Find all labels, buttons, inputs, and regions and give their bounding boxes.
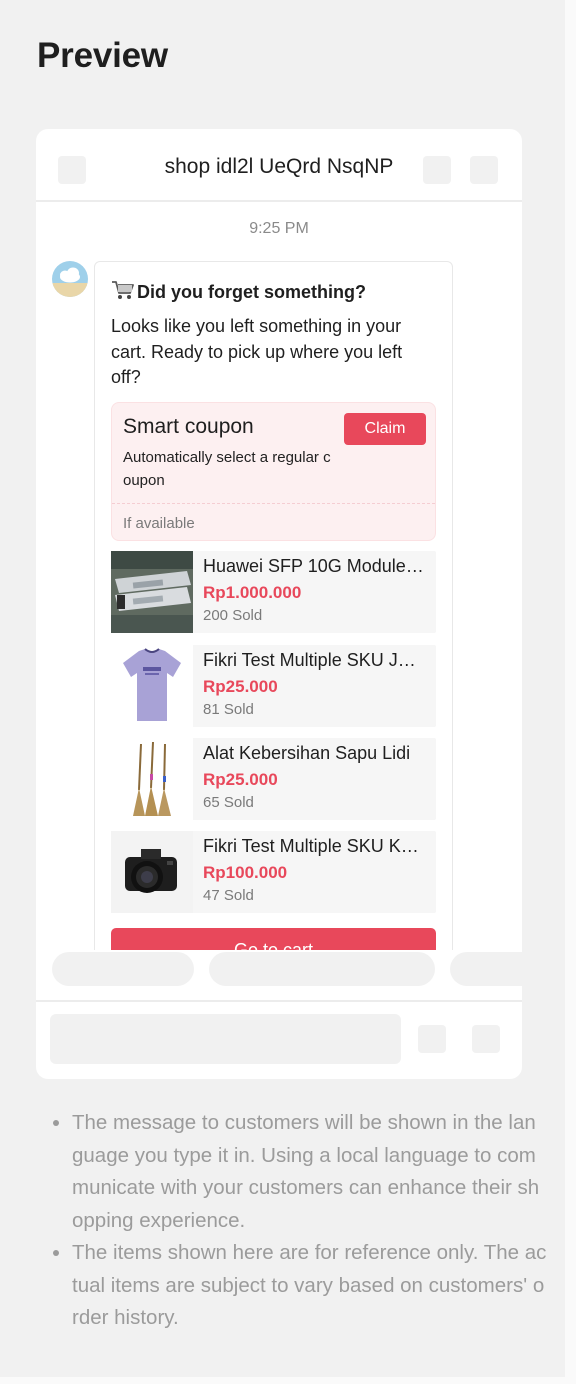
coupon-footnote: If available [123,515,195,532]
header-action-icon-placeholder [423,156,451,184]
quick-reply-chip[interactable] [52,952,194,986]
page-edge-bottom [0,1377,576,1384]
go-to-cart-button[interactable]: Go to cart [111,928,436,950]
claim-button[interactable]: Claim [344,413,426,445]
shop-avatar [52,261,88,297]
note-item: The message to customers will be shown i… [72,1107,547,1237]
composer-divider [36,1000,522,1002]
product-price: Rp25.000 [203,770,278,789]
note-item: The items shown here are for reference o… [72,1237,547,1335]
product-name: Fikri Test Multiple SKU Jersey [203,650,425,670]
product-name: Alat Kebersihan Sapu Lidi [203,743,411,763]
product-image-jersey [111,645,193,727]
preview-notes: The message to customers will be shown i… [50,1107,547,1335]
shopping-cart-icon [111,279,135,306]
product-name: Fikri Test Multiple SKU Kamera [203,836,425,856]
page-edge-right [565,0,576,1384]
product-card[interactable]: Fikri Test Multiple SKU Kamera Rp100.000… [111,831,436,913]
message-input-placeholder[interactable] [50,1014,401,1064]
message-timestamp: 9:25 PM [249,220,309,237]
product-card[interactable]: Huawei SFP 10G Module SFP Rp1.000.000 20… [111,551,436,633]
quick-reply-chip[interactable] [209,952,435,986]
page-title: Preview [37,36,168,75]
message-bubble: Did you forget something? Looks like you… [94,261,453,950]
product-image-brooms [111,738,193,820]
header-menu-icon-placeholder [470,156,498,184]
product-price: Rp100.000 [203,863,288,882]
message-title-row: Did you forget something? [111,279,366,306]
product-sold-count: 81 Sold [203,701,254,718]
send-icon-placeholder[interactable] [472,1025,500,1053]
product-card[interactable]: Alat Kebersihan Sapu Lidi Rp25.000 65 So… [111,738,436,820]
product-sold-count: 200 Sold [203,607,263,624]
product-sold-count: 65 Sold [203,794,254,811]
product-image-camera [111,831,193,913]
smart-coupon-card: Smart coupon Automatically select a regu… [111,402,436,541]
attach-icon-placeholder[interactable] [418,1025,446,1053]
message-body: Looks like you left something in your ca… [111,316,403,387]
coupon-divider [112,503,435,504]
product-card[interactable]: Fikri Test Multiple SKU Jersey Rp25.000 … [111,645,436,727]
product-price: Rp1.000.000 [203,583,302,602]
product-name: Huawei SFP 10G Module SFP [203,556,425,576]
message-title: Did you forget something? [137,282,366,302]
coupon-title: Smart coupon [123,415,254,438]
product-price: Rp25.000 [203,677,278,696]
chat-header: shop idl2l UeQrd NsqNP [36,129,522,202]
quick-reply-chip[interactable] [450,952,522,986]
chat-preview-card: shop idl2l UeQrd NsqNP 9:25 PM Did you f… [36,129,522,1079]
product-sold-count: 47 Sold [203,887,254,904]
chat-area: 9:25 PM Did you forget something? Looks … [36,202,522,950]
quick-reply-chips [36,952,522,988]
product-image-sfp-module [111,551,193,633]
coupon-description: Automatically select a regular coupon [123,449,331,489]
